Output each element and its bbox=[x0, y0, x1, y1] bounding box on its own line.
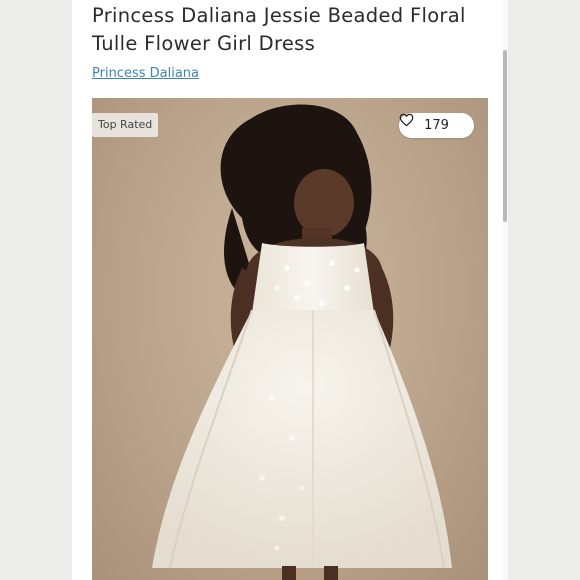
dress-skirt bbox=[152, 310, 452, 568]
right-backdrop bbox=[508, 0, 580, 580]
listing-title: Princess Daliana Jessie Beaded Floral Tu… bbox=[92, 4, 466, 55]
product-photo[interactable]: Top Rated 179 bbox=[92, 98, 488, 580]
likes-count: 179 bbox=[424, 118, 449, 133]
like-button[interactable]: 179 bbox=[399, 113, 474, 138]
brand-link[interactable]: Princess Daliana bbox=[92, 66, 199, 81]
face-shape bbox=[294, 169, 354, 237]
scrollbar-thumb[interactable] bbox=[503, 50, 507, 222]
dress-bodice bbox=[252, 243, 374, 313]
heart-outline-icon bbox=[399, 113, 414, 127]
left-backdrop bbox=[0, 0, 72, 580]
listing-panel: Princess Daliana Jessie Beaded Floral Tu… bbox=[72, 0, 508, 580]
top-rated-badge: Top Rated bbox=[92, 113, 159, 137]
product-illustration bbox=[152, 104, 452, 580]
